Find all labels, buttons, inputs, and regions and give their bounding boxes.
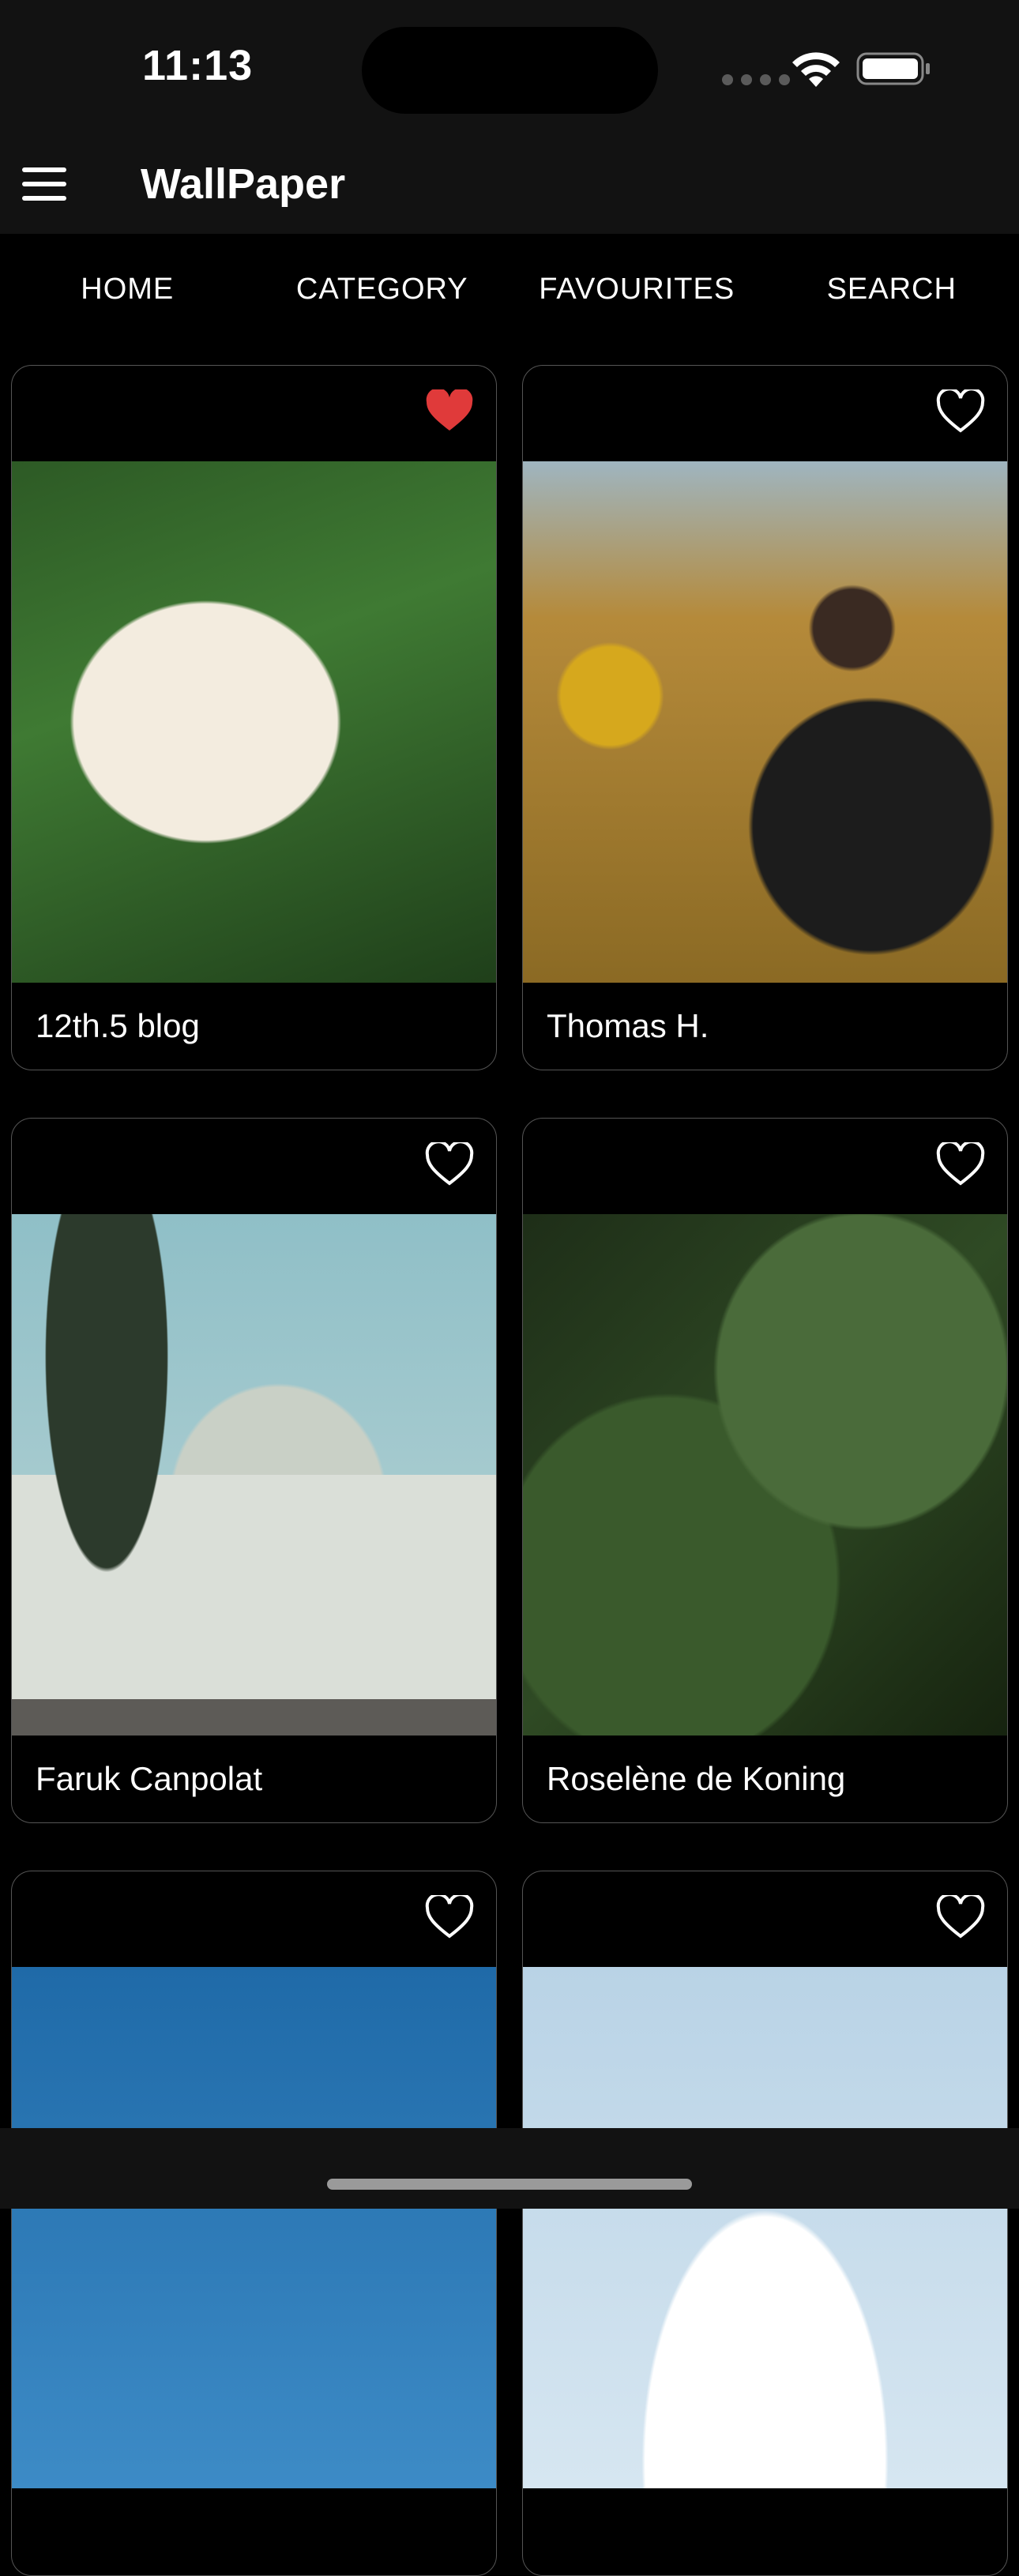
wallpaper-grid: 12th.5 blog Thomas H. Faruk Canpolat Ros… [11, 365, 1008, 2576]
wallpaper-card[interactable]: Faruk Canpolat [11, 1118, 497, 1823]
heart-outline-icon[interactable] [425, 1142, 474, 1186]
wallpaper-image[interactable] [523, 1214, 1007, 1736]
tab-category[interactable]: CATEGORY [255, 234, 510, 344]
tab-favourites[interactable]: FAVOURITES [510, 234, 765, 344]
status-time: 11:13 [142, 41, 253, 90]
tab-home[interactable]: HOME [0, 234, 255, 344]
wallpaper-author: Faruk Canpolat [12, 1736, 496, 1822]
wallpaper-card[interactable]: Roselène de Koning [522, 1118, 1008, 1823]
wallpaper-card[interactable] [522, 1871, 1008, 2576]
heart-outline-icon[interactable] [936, 389, 985, 434]
wallpaper-card[interactable]: 12th.5 blog [11, 365, 497, 1070]
home-indicator[interactable] [327, 2179, 692, 2190]
cellular-signal-icon [722, 74, 790, 85]
app-bar: WallPaper [0, 134, 1019, 234]
bottom-safe-area [0, 2128, 1019, 2209]
app-title: WallPaper [141, 158, 345, 210]
heart-outline-icon[interactable] [425, 1895, 474, 1939]
wallpaper-card[interactable] [11, 1871, 497, 2576]
hamburger-menu-icon[interactable] [21, 160, 70, 209]
heart-filled-icon[interactable] [425, 389, 474, 434]
battery-icon [856, 52, 932, 85]
wallpaper-author: 12th.5 blog [12, 983, 496, 1070]
heart-outline-icon[interactable] [936, 1895, 985, 1939]
heart-outline-icon[interactable] [936, 1142, 985, 1186]
wallpaper-card[interactable]: Thomas H. [522, 365, 1008, 1070]
wallpaper-image[interactable] [12, 461, 496, 983]
wallpaper-image[interactable] [12, 1967, 496, 2488]
wallpaper-image[interactable] [12, 1214, 496, 1736]
wallpaper-image[interactable] [523, 461, 1007, 983]
status-bar: 11:13 [0, 0, 1019, 134]
tab-bar: HOME CATEGORY FAVOURITES SEARCH [0, 234, 1019, 344]
wallpaper-author: Thomas H. [523, 983, 1007, 1070]
dynamic-island [362, 27, 658, 114]
wifi-icon [790, 47, 842, 88]
wallpaper-image[interactable] [523, 1967, 1007, 2488]
wallpaper-author: Roselène de Koning [523, 1736, 1007, 1822]
wallpaper-author [523, 2488, 1007, 2575]
tab-search[interactable]: SEARCH [765, 234, 1019, 344]
wallpaper-author [12, 2488, 496, 2575]
